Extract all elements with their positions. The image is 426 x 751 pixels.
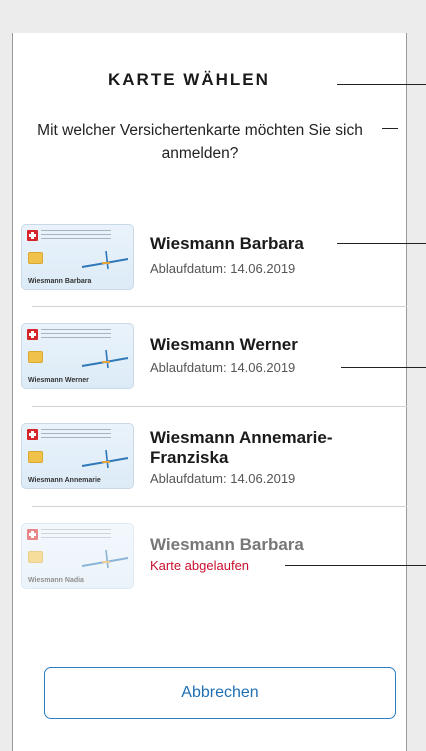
row-divider <box>32 306 407 307</box>
card-logo-icon <box>81 449 129 469</box>
row-pointer-line <box>341 367 426 368</box>
swiss-flag-icon <box>27 529 38 540</box>
swiss-flag-icon <box>27 230 38 241</box>
card-name: Wiesmann Barbara <box>150 535 304 554</box>
card-holder-name: Wiesmann Barbara <box>28 278 92 285</box>
insurance-card-image[interactable]: Wiesmann Barbara <box>21 224 134 290</box>
card-holder-name: Wiesmann Nadia <box>28 577 84 584</box>
card-expiry-date: Ablaufdatum: 14.06.2019 <box>150 471 296 486</box>
chip-icon <box>28 551 43 563</box>
title-divider-line <box>337 84 426 85</box>
insurance-card-image[interactable]: Wiesmann Annemarie <box>21 423 134 489</box>
card-name: Wiesmann Werner <box>150 335 298 354</box>
insurance-card-image[interactable]: Wiesmann Werner <box>21 323 134 389</box>
insurance-card-image[interactable]: Wiesmann Nadia <box>21 523 134 589</box>
row-pointer-line <box>285 565 426 566</box>
card-expired-status: Karte abgelaufen <box>150 558 250 573</box>
card-header-text <box>41 529 111 541</box>
card-holder-name: Wiesmann Werner <box>28 377 89 384</box>
top-bar <box>0 0 426 33</box>
card-logo-icon <box>81 250 129 270</box>
row-divider <box>32 506 407 507</box>
subtitle-divider-line <box>382 128 398 129</box>
card-holder-name: Wiesmann Annemarie <box>28 477 101 484</box>
page-title: KARTE WÄHLEN <box>108 70 270 89</box>
chip-icon <box>28 351 43 363</box>
chip-icon <box>28 252 43 264</box>
page-subtitle: Mit welcher Versichertenkarte möchten Si… <box>37 122 363 162</box>
card-expiry-date: Ablaufdatum: 14.06.2019 <box>150 360 296 375</box>
card-logo-icon <box>81 549 129 569</box>
card-expiry-date: Ablaufdatum: 14.06.2019 <box>150 261 296 276</box>
swiss-flag-icon <box>27 429 38 440</box>
card-header-text <box>41 329 111 341</box>
cancel-button[interactable]: Abbrechen <box>44 667 396 719</box>
card-header-text <box>41 429 111 441</box>
card-logo-icon <box>81 349 129 369</box>
card-name: Wiesmann Barbara <box>150 234 304 253</box>
row-divider <box>32 406 407 407</box>
card-name: Wiesmann Annemarie-Franziska <box>150 428 333 467</box>
card-header-text <box>41 230 111 242</box>
swiss-flag-icon <box>27 329 38 340</box>
row-pointer-line <box>337 243 426 244</box>
chip-icon <box>28 451 43 463</box>
